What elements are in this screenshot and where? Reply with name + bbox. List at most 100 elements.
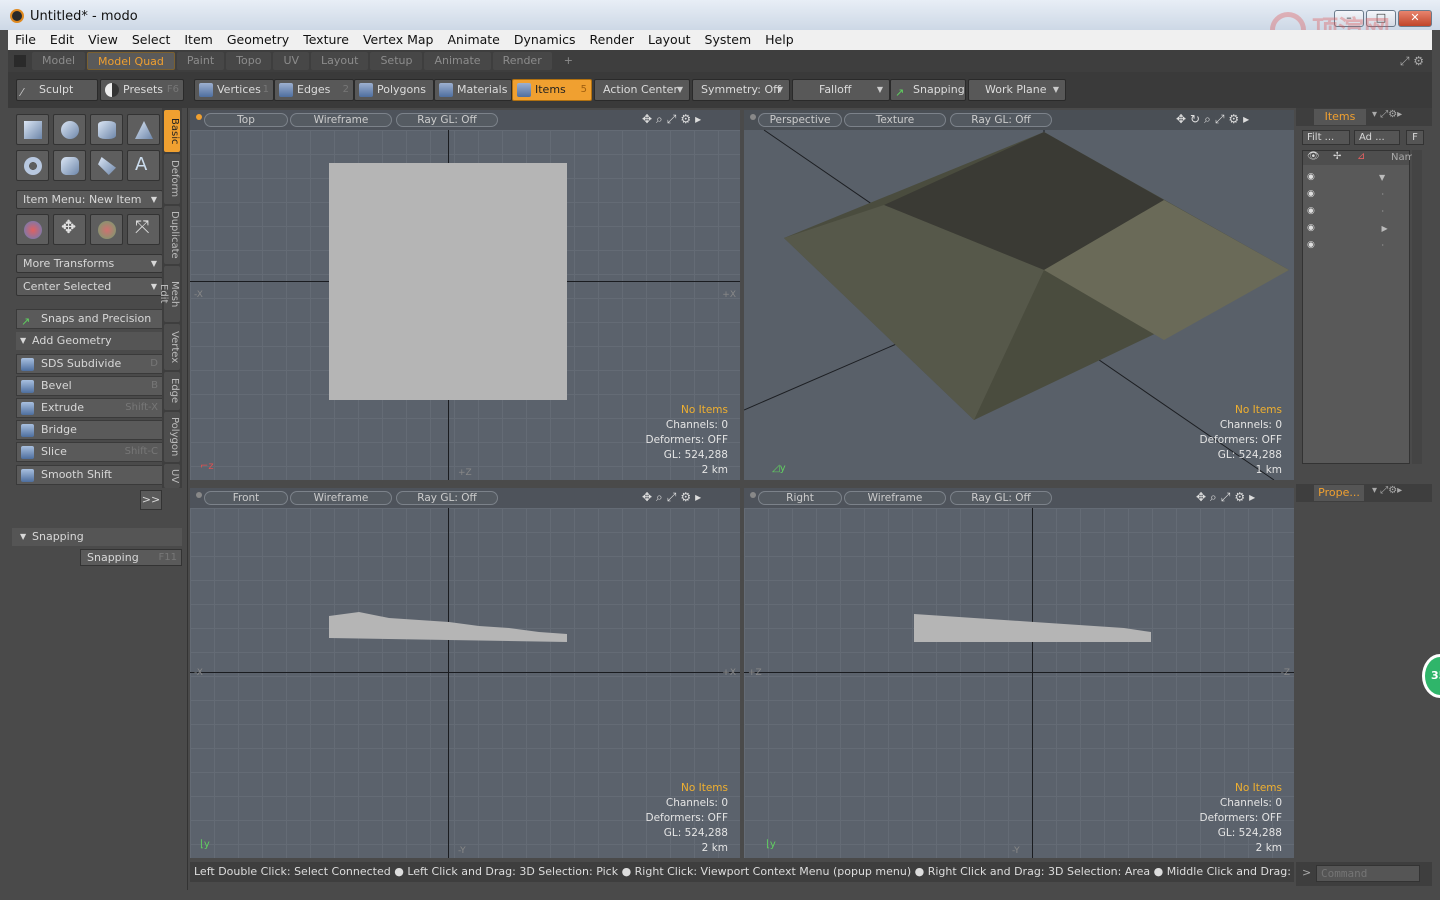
tab-layout[interactable]: Layout (311, 52, 369, 70)
layout-settings-icon[interactable]: ⤢ ⚙ (1400, 54, 1424, 69)
command-input[interactable] (1316, 865, 1420, 882)
tube-tool[interactable] (53, 150, 86, 181)
menu-animate[interactable]: Animate (441, 30, 507, 50)
more-tools-button[interactable]: >> (140, 490, 162, 510)
move-tool[interactable]: ✥ (53, 214, 86, 245)
add-item-dropdown[interactable]: Ad ... (1354, 130, 1400, 145)
bridge-button[interactable]: Bridge (16, 420, 163, 440)
vtab-basic[interactable]: Basic (164, 110, 180, 152)
cube-tool[interactable] (16, 114, 49, 145)
view-type-selector[interactable]: Right (758, 491, 842, 505)
tab-setup[interactable]: Setup (370, 52, 423, 70)
item-list[interactable]: 👁 ✢ ⊿ Nam ◉ ◉ ◉ ◉ ◉ ▼ · · ▶ · (1302, 150, 1414, 464)
scale-tool[interactable]: ⤧ (127, 214, 160, 245)
menu-dynamics[interactable]: Dynamics (507, 30, 583, 50)
extrude-button[interactable]: Extrude Shift-X (16, 398, 163, 418)
center-selected-dropdown[interactable]: Center Selected (16, 277, 163, 296)
snapping-section-header[interactable]: ▼ Snapping (12, 528, 182, 546)
view-type-selector[interactable]: Front (204, 491, 288, 505)
tab-model[interactable]: Model (32, 52, 86, 70)
menu-help[interactable]: Help (758, 30, 801, 50)
filter-dropdown[interactable]: Filt ... (1302, 130, 1350, 145)
pen-tool[interactable] (90, 150, 123, 181)
add-tab-button[interactable]: + (554, 52, 583, 70)
ray-gl-toggle[interactable]: Ray GL: Off (396, 113, 498, 127)
vtab-uv[interactable]: UV (164, 464, 180, 488)
sds-subdivide-button[interactable]: SDS Subdivide D (16, 354, 163, 374)
vtab-mesh-edit[interactable]: Mesh Edit (158, 266, 180, 322)
action-center-dropdown[interactable]: Action Center (594, 79, 690, 101)
viewport-right[interactable]: Right Wireframe Ray GL: Off ✥⌕⤢⚙▸ +Z -Z … (744, 488, 1294, 858)
vtab-polygon[interactable]: Polygon (164, 412, 180, 462)
menu-geometry[interactable]: Geometry (220, 30, 296, 50)
cylinder-tool[interactable] (90, 114, 123, 145)
slice-button[interactable]: Slice Shift-C (16, 442, 163, 462)
polygons-mode-button[interactable]: Polygons (354, 79, 434, 101)
vtab-deform[interactable]: Deform (164, 154, 180, 204)
tab-items[interactable]: Items (1314, 109, 1366, 125)
sculpt-button[interactable]: ⁄ Sculpt (16, 79, 98, 101)
menu-texture[interactable]: Texture (296, 30, 356, 50)
tab-properties[interactable]: Prope... (1314, 485, 1364, 501)
ray-gl-toggle[interactable]: Ray GL: Off (396, 491, 498, 505)
torus-tool[interactable] (16, 150, 49, 181)
menu-render[interactable]: Render (583, 30, 642, 50)
materials-mode-button[interactable]: Materials (434, 79, 512, 101)
view-type-selector[interactable]: Perspective (758, 113, 842, 127)
transform-tool[interactable] (16, 214, 49, 245)
ray-gl-toggle[interactable]: Ray GL: Off (950, 491, 1052, 505)
tab-topo[interactable]: Topo (226, 52, 272, 70)
menu-edit[interactable]: Edit (43, 30, 81, 50)
menu-system[interactable]: System (698, 30, 759, 50)
item-list-scrollbar[interactable] (1412, 150, 1422, 464)
viewport-nav-icons[interactable]: ✥⌕⤢⚙▸ (642, 112, 705, 127)
maximize-button[interactable]: □ (1366, 10, 1396, 27)
viewport-top[interactable]: Top Wireframe Ray GL: Off ✥⌕⤢⚙▸ -X +X +Z… (190, 110, 740, 480)
vertices-mode-button[interactable]: Vertices 1 (194, 79, 274, 101)
bevel-button[interactable]: Bevel B (16, 376, 163, 396)
vtab-duplicate[interactable]: Duplicate (164, 206, 180, 264)
menu-layout[interactable]: Layout (641, 30, 698, 50)
menu-view[interactable]: View (81, 30, 125, 50)
visibility-toggles[interactable]: ◉ ◉ ◉ ◉ ◉ (1307, 169, 1315, 254)
add-geometry-header[interactable]: ▼ Add Geometry (16, 332, 163, 350)
viewport-nav-icons[interactable]: ✥⌕⤢⚙▸ (642, 490, 705, 505)
tab-model-quad[interactable]: Model Quad (87, 52, 175, 70)
viewport-nav-icons[interactable]: ✥⌕⤢⚙▸ (1196, 490, 1259, 505)
terrain-mesh-top[interactable] (329, 163, 567, 400)
work-plane-dropdown[interactable]: Work Plane (968, 79, 1066, 101)
snapping-button[interactable]: Snapping F11 (80, 549, 182, 566)
edges-mode-button[interactable]: Edges 2 (274, 79, 354, 101)
viewport-perspective[interactable]: Perspective Texture Ray GL: Off ✥↻⌕⤢⚙▸ ◿… (744, 110, 1294, 480)
ray-gl-toggle[interactable]: Ray GL: Off (950, 113, 1052, 127)
viewport-front[interactable]: Front Wireframe Ray GL: Off ✥⌕⤢⚙▸ -X +X … (190, 488, 740, 858)
symmetry-dropdown[interactable]: Symmetry: Off (692, 79, 790, 101)
tree-expanders[interactable]: ▼ · · ▶ · (1379, 169, 1388, 254)
smooth-shift-button[interactable]: Smooth Shift (16, 465, 163, 485)
tab-paint[interactable]: Paint (176, 52, 225, 70)
more-transforms-dropdown[interactable]: More Transforms (16, 254, 163, 273)
vtab-edge[interactable]: Edge (164, 372, 180, 410)
view-type-selector[interactable]: Top (204, 113, 288, 127)
close-button[interactable]: ✕ (1398, 10, 1432, 27)
menu-item[interactable]: Item (177, 30, 219, 50)
text-tool[interactable]: A (127, 150, 160, 181)
falloff-dropdown[interactable]: Falloff (792, 79, 890, 101)
items-mode-button[interactable]: Items 5 (512, 79, 592, 101)
minimize-button[interactable]: – (1334, 10, 1364, 27)
shading-selector[interactable]: Wireframe (290, 491, 392, 505)
menu-select[interactable]: Select (125, 30, 178, 50)
shading-selector[interactable]: Texture (844, 113, 946, 127)
shading-selector[interactable]: Wireframe (290, 113, 392, 127)
shading-selector[interactable]: Wireframe (844, 491, 946, 505)
panel-options-icons[interactable]: ▾ ⤢⚙▸ (1372, 109, 1402, 120)
find-button[interactable]: F (1406, 130, 1424, 145)
rotate-tool[interactable] (90, 214, 123, 245)
terrain-mesh-front[interactable] (329, 608, 569, 648)
cone-tool[interactable] (127, 114, 160, 145)
terrain-mesh-right[interactable] (914, 608, 1154, 648)
presets-button[interactable]: Presets F6 (100, 79, 184, 101)
snaps-precision-button[interactable]: ↗ Snaps and Precision (16, 309, 163, 329)
viewport-nav-icons[interactable]: ✥↻⌕⤢⚙▸ (1176, 112, 1253, 127)
menu-vertex-map[interactable]: Vertex Map (356, 30, 441, 50)
